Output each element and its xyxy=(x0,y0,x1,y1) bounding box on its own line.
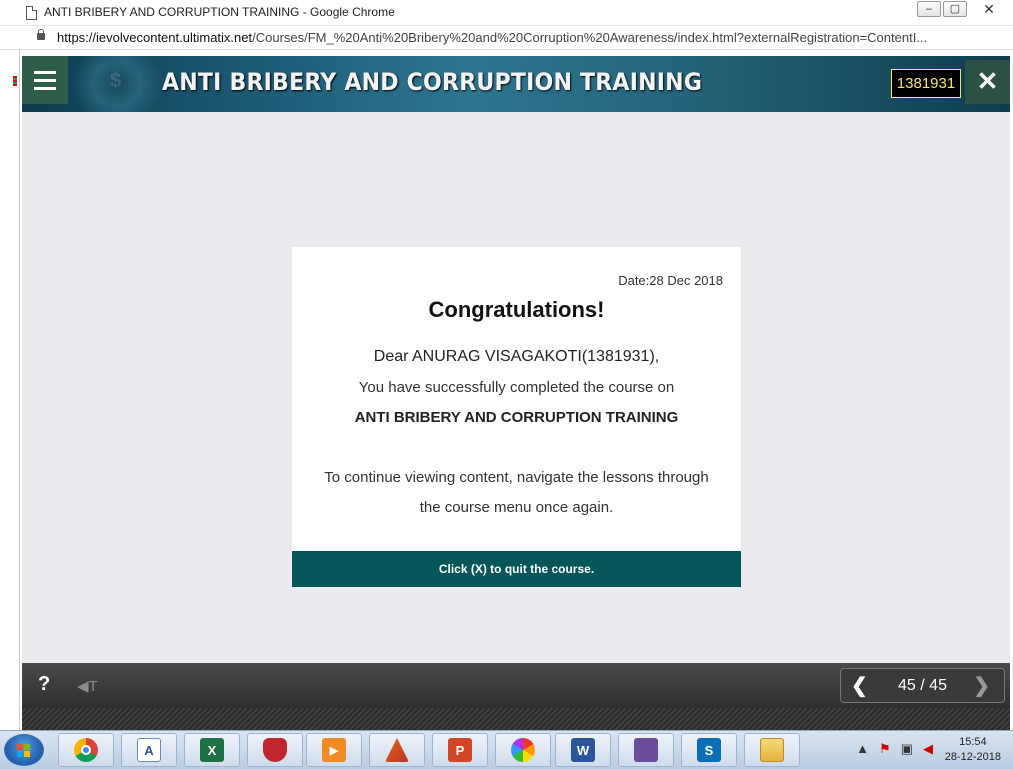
powerpoint-icon: P xyxy=(448,738,472,762)
url-text[interactable]: https://ievolvecontent.ultimatix.net/Cou… xyxy=(57,30,927,45)
eye-graphic: $ xyxy=(72,56,162,112)
taskbar-sharepoint[interactable]: S xyxy=(681,733,737,767)
course-header: $ ANTI BRIBERY AND CORRUPTION TRAINING 1… xyxy=(22,56,1010,112)
course-content: Date:28 Dec 2018 Congratulations! Dear A… xyxy=(22,112,1010,663)
hamburger-line xyxy=(34,78,56,82)
system-tray: ▲ ⚑ ▣ ◀ xyxy=(856,741,933,757)
learner-id-badge: 1381931 xyxy=(891,69,961,98)
course-title: ANTI BRIBERY AND CORRUPTION TRAINING xyxy=(162,68,703,96)
taskbar-word[interactable]: W xyxy=(555,733,611,767)
dollar-watermark: $ xyxy=(110,70,122,92)
window-close-button[interactable]: ✕ xyxy=(969,1,1009,17)
hamburger-line xyxy=(34,86,56,90)
completed-course-name: ANTI BRIBERY AND CORRUPTION TRAINING xyxy=(354,409,679,426)
clock-date: 28-12-2018 xyxy=(944,751,1001,763)
media-player-icon: ▶ xyxy=(322,738,346,762)
word-icon: W xyxy=(571,738,595,762)
matlab-icon xyxy=(385,738,409,762)
taskbar-movie-maker[interactable] xyxy=(618,733,674,767)
url-domain: https://ievolvecontent.ultimatix.net xyxy=(57,30,253,45)
page-icon xyxy=(26,6,37,20)
minimize-button[interactable]: – xyxy=(917,1,941,17)
page-navigator: ❮ 45 / 45 ❯ xyxy=(840,668,1005,703)
window-title: ANTI BRIBERY AND CORRUPTION TRAINING - G… xyxy=(44,5,395,19)
lock-icon xyxy=(37,29,45,40)
taskbar-photos[interactable] xyxy=(495,733,551,767)
taskbar-word-doc[interactable]: A xyxy=(121,733,177,767)
help-button[interactable]: ? xyxy=(38,673,50,696)
address-bar[interactable]: https://ievolvecontent.ultimatix.net/Cou… xyxy=(0,26,1013,50)
course-menu-button[interactable] xyxy=(22,56,68,104)
flag-alert-icon[interactable]: ⚑ xyxy=(879,741,891,757)
player-control-bar: ? ◀T ❮ 45 / 45 ❯ xyxy=(22,663,1010,708)
taskbar-explorer[interactable] xyxy=(744,733,800,767)
taskbar-matlab[interactable] xyxy=(369,733,425,767)
document-icon: A xyxy=(137,738,161,762)
taskbar-security[interactable] xyxy=(247,733,303,767)
completion-card: Date:28 Dec 2018 Congratulations! Dear A… xyxy=(292,247,741,587)
sharepoint-icon: S xyxy=(697,738,721,762)
clock-time: 15:54 xyxy=(959,736,987,748)
taskbar-excel[interactable]: X xyxy=(184,733,240,767)
audio-icon[interactable]: ◀T xyxy=(77,677,98,695)
close-course-button[interactable]: ✕ xyxy=(965,60,1010,104)
next-page-button[interactable]: ❯ xyxy=(973,673,990,698)
congratulations-heading: Congratulations! xyxy=(428,297,605,322)
completion-date: Date:28 Dec 2018 xyxy=(618,273,723,288)
windows-logo-icon xyxy=(17,744,31,757)
shield-icon xyxy=(263,738,287,762)
folder-icon xyxy=(760,738,784,762)
volume-muted-icon[interactable]: ◀ xyxy=(923,741,933,757)
left-window-edge xyxy=(0,50,20,730)
system-clock[interactable]: 15:54 28-12-2018 xyxy=(945,735,1001,765)
completed-text: You have successfully completed the cour… xyxy=(358,379,675,396)
start-button[interactable] xyxy=(4,734,44,766)
hamburger-icon xyxy=(34,70,56,74)
movie-maker-icon xyxy=(634,738,658,762)
network-icon[interactable]: ▣ xyxy=(901,741,913,757)
chrome-icon xyxy=(74,738,98,762)
taskbar-powerpoint[interactable]: P xyxy=(432,733,488,767)
player-footer-pattern xyxy=(22,708,1010,730)
greeting-text: Dear ANURAG VISAGAKOTI(1381931), xyxy=(373,348,660,365)
url-path: /Courses/FM_%20Anti%20Bribery%20and%20Co… xyxy=(252,30,928,45)
continue-text-line2: the course menu once again. xyxy=(419,499,614,516)
app-strip-icon xyxy=(13,76,17,86)
excel-icon: X xyxy=(200,738,224,762)
window-title-bar: ANTI BRIBERY AND CORRUPTION TRAINING - G… xyxy=(0,0,1013,26)
photos-icon xyxy=(511,738,535,762)
window-controls: – ▢ ✕ xyxy=(917,1,1009,17)
windows-taskbar: A X ▶ P W S ▲ ⚑ ▣ ◀ 15:54 28-12-2018 xyxy=(0,730,1013,769)
tray-expand-icon[interactable]: ▲ xyxy=(856,741,869,757)
continue-text-line1: To continue viewing content, navigate th… xyxy=(324,469,709,486)
maximize-button[interactable]: ▢ xyxy=(943,1,967,17)
quit-instruction-bar: Click (X) to quit the course. xyxy=(292,551,741,587)
taskbar-chrome[interactable] xyxy=(58,733,114,767)
taskbar-media[interactable]: ▶ xyxy=(306,733,362,767)
